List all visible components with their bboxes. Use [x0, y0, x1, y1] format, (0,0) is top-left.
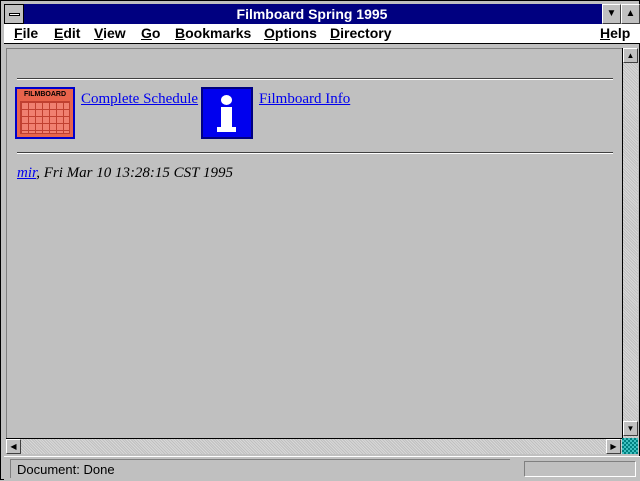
minimize-button[interactable]: ▼	[602, 4, 621, 24]
menu-file[interactable]: File	[14, 24, 38, 43]
menu-help[interactable]: Help	[600, 24, 630, 43]
arrow-left-icon: ◀	[10, 442, 17, 451]
system-menu-icon[interactable]	[4, 4, 24, 24]
author-link[interactable]: mir	[17, 165, 36, 181]
horizontal-rule	[17, 152, 613, 154]
browser-window: Filmboard Spring 1995 ▼ ▲ File Edit View…	[0, 0, 640, 481]
horizontal-scrollbar[interactable]: ◀ ▶	[6, 438, 622, 454]
menu-view[interactable]: View	[94, 24, 126, 43]
calendar-icon-label: FILMBOARD	[18, 90, 72, 99]
horizontal-rule	[17, 78, 613, 80]
complete-schedule-link[interactable]: Complete Schedule	[81, 91, 198, 108]
size-grip[interactable]	[622, 438, 638, 454]
scroll-left-button[interactable]: ◀	[6, 439, 21, 454]
document-view[interactable]: FILMBOARD Complete Schedule Filmboard In…	[6, 48, 622, 438]
triangle-up-icon: ▲	[625, 8, 636, 19]
menu-bookmarks[interactable]: Bookmarks	[175, 24, 251, 43]
status-text: Document: Done	[10, 459, 510, 478]
calendar-grid	[20, 101, 70, 134]
scroll-down-button[interactable]: ▼	[623, 421, 638, 436]
timestamp: , Fri Mar 10 13:28:15 CST 1995	[36, 165, 234, 181]
menu-go[interactable]: Go	[141, 24, 160, 43]
menu-edit[interactable]: Edit	[54, 24, 80, 43]
menu-directory[interactable]: Directory	[330, 24, 391, 43]
scroll-up-button[interactable]: ▲	[623, 48, 638, 63]
signature-line: mir, Fri Mar 10 13:28:15 CST 1995	[17, 165, 233, 182]
calendar-icon[interactable]: FILMBOARD	[15, 87, 75, 139]
maximize-button[interactable]: ▲	[621, 4, 640, 24]
progress-bar	[524, 461, 636, 477]
triangle-down-icon: ▼	[606, 8, 617, 19]
menu-bar: File Edit View Go Bookmarks Options Dire…	[4, 24, 640, 44]
title-bar[interactable]: Filmboard Spring 1995 ▼ ▲	[4, 4, 640, 24]
arrow-right-icon: ▶	[610, 442, 617, 451]
window-title: Filmboard Spring 1995	[236, 6, 388, 22]
status-bar: Document: Done	[4, 456, 640, 481]
scroll-right-button[interactable]: ▶	[606, 439, 621, 454]
filmboard-info-link[interactable]: Filmboard Info	[259, 91, 350, 108]
menu-options[interactable]: Options	[264, 24, 317, 43]
vertical-scrollbar[interactable]: ▲ ▼	[622, 48, 638, 438]
arrow-up-icon: ▲	[626, 51, 635, 60]
info-icon[interactable]	[201, 87, 253, 139]
arrow-down-icon: ▼	[626, 424, 635, 433]
